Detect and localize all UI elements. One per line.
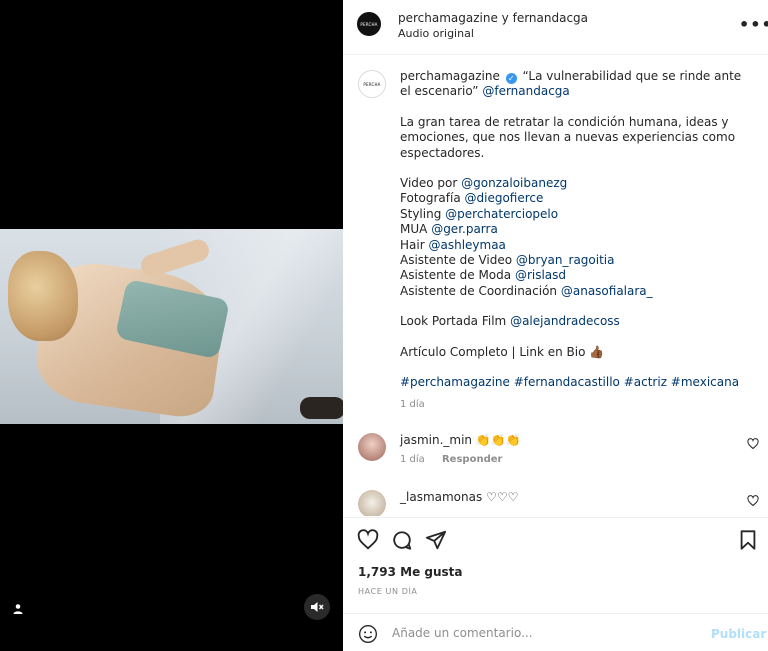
- comment-icon[interactable]: [390, 528, 414, 552]
- comment-text: _lasmamonas ♡♡♡: [400, 490, 519, 504]
- action-bar: 1,793 Me gusta Hace un día: [343, 517, 768, 613]
- video-pane[interactable]: [0, 0, 343, 651]
- caption-time[interactable]: 1 día: [400, 397, 750, 412]
- post-time[interactable]: Hace un día: [358, 587, 418, 596]
- more-options-icon[interactable]: •••: [739, 15, 768, 34]
- verified-badge-icon: ✓: [505, 73, 517, 84]
- look-line: Look Portada Film @alejandradecoss: [400, 314, 620, 329]
- credit-handle[interactable]: @ashleymaa: [428, 238, 505, 252]
- credit-handle[interactable]: @ger.parra: [431, 222, 498, 236]
- audio-label[interactable]: Audio original: [398, 27, 474, 40]
- caption-avatar[interactable]: PERCHA: [358, 70, 386, 98]
- post-authors[interactable]: perchamagazine y fernandacga: [398, 11, 588, 25]
- credit-line: Hair @ashleymaa: [400, 237, 506, 252]
- credit-handle[interactable]: @perchaterciopelo: [445, 207, 558, 221]
- comment-like-icon[interactable]: [747, 438, 759, 453]
- comment-username[interactable]: jasmin._min: [400, 433, 472, 447]
- credit-line: MUA @ger.parra: [400, 222, 498, 237]
- caption-paragraph: La gran tarea de retratar la condición h…: [400, 114, 736, 160]
- likes-count[interactable]: 1,793 Me gusta: [358, 565, 463, 579]
- publish-button[interactable]: Publicar: [711, 627, 766, 641]
- comment-text: jasmin._min 👏👏👏: [400, 433, 521, 447]
- hashtags[interactable]: #perchamagazine #fernandacastillo #actri…: [400, 375, 750, 390]
- credit-handle[interactable]: @rislasd: [515, 268, 566, 282]
- caption-mention[interactable]: @fernandacga: [482, 84, 569, 98]
- comment-time[interactable]: 1 día: [400, 454, 425, 465]
- credit-line: Asistente de Coordinación @anasofialara_: [400, 283, 653, 298]
- post-header: PERCHA perchamagazine y fernandacga Audi…: [343, 0, 768, 55]
- comment-avatar[interactable]: [358, 433, 386, 461]
- share-icon[interactable]: [424, 528, 448, 552]
- comment-avatar[interactable]: [358, 490, 386, 516]
- credit-line: Asistente de Video @bryan_ragoitia: [400, 253, 615, 268]
- comment-username[interactable]: _lasmamonas: [400, 490, 482, 504]
- comments-scroll-area[interactable]: PERCHA perchamagazine ✓ “La vulnerabilid…: [343, 56, 768, 516]
- credit-line: Styling @perchaterciopelo: [400, 206, 559, 221]
- instagram-post-modal: PERCHA perchamagazine y fernandacga Audi…: [0, 0, 768, 651]
- credit-handle[interactable]: @diegofierce: [465, 191, 544, 205]
- model-hair: [8, 251, 78, 341]
- credit-line: Asistente de Moda @rislasd: [400, 268, 567, 283]
- article-line: Artículo Completo | Link en Bio 👍🏾: [400, 344, 605, 359]
- model-boot: [300, 397, 343, 419]
- bookmark-icon[interactable]: [736, 528, 760, 552]
- caption-line-1: perchamagazine ✓ “La vulnerabilidad que …: [400, 69, 750, 100]
- tagged-user-icon[interactable]: [11, 603, 25, 617]
- caption-username[interactable]: perchamagazine: [400, 69, 500, 83]
- emoji-icon[interactable]: [358, 624, 378, 644]
- author-avatar[interactable]: PERCHA: [357, 12, 381, 36]
- credit-handle[interactable]: @gonzaloibanezg: [461, 176, 567, 190]
- video-frame[interactable]: [0, 229, 343, 424]
- credit-handle[interactable]: @anasofialara_: [561, 284, 653, 298]
- add-comment-bar: Publicar: [343, 613, 768, 651]
- mute-button[interactable]: [304, 594, 330, 620]
- comment-like-icon[interactable]: [747, 495, 759, 510]
- post-side-panel: PERCHA perchamagazine y fernandacga Audi…: [343, 0, 768, 651]
- heart-icon[interactable]: [356, 528, 380, 552]
- muted-speaker-icon: [311, 602, 324, 612]
- comment-meta: 1 día Responder: [400, 454, 516, 465]
- credit-line: Video por @gonzaloibanezg: [400, 176, 568, 191]
- reply-button[interactable]: Responder: [442, 454, 502, 465]
- look-handle[interactable]: @alejandradecoss: [510, 314, 620, 328]
- caption: perchamagazine ✓ “La vulnerabilidad que …: [400, 69, 750, 412]
- comment-input[interactable]: [392, 624, 692, 642]
- credit-line: Fotografía @diegofierce: [400, 191, 544, 206]
- credit-handle[interactable]: @bryan_ragoitia: [516, 253, 615, 267]
